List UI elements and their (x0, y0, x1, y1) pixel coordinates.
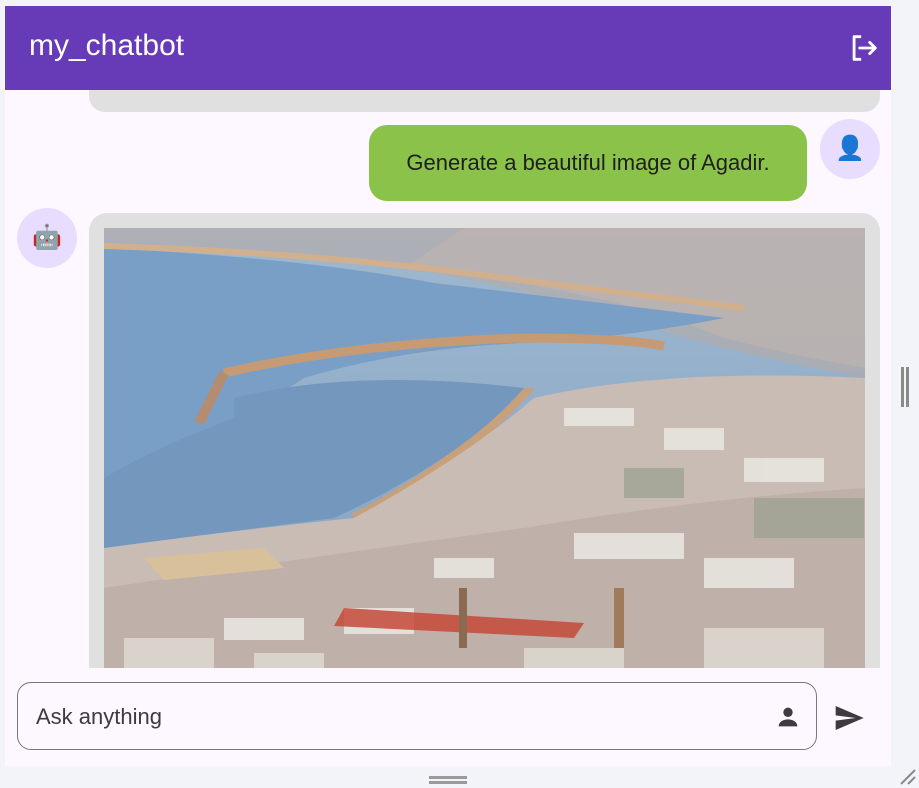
previous-bot-bubble (89, 90, 880, 112)
message-input-box[interactable] (17, 682, 817, 750)
generated-image (104, 228, 865, 668)
resize-grip-icon[interactable] (897, 766, 917, 786)
input-row (5, 668, 891, 766)
user-message-bubble: Generate a beautiful image of Agadir. (369, 125, 807, 201)
send-icon[interactable] (831, 702, 867, 734)
message-list[interactable]: Generate a beautiful image of Agadir. 👤 … (5, 90, 891, 668)
bot-avatar: 🤖 (17, 208, 77, 268)
resize-bar[interactable] (429, 776, 467, 784)
person-icon[interactable] (774, 703, 802, 731)
bot-image-bubble (89, 213, 880, 668)
chat-window: my_chatbot Generate a beautiful image of… (5, 6, 891, 766)
logout-icon[interactable] (847, 31, 881, 65)
app-bar: my_chatbot (5, 6, 891, 90)
app-title: my_chatbot (29, 29, 185, 62)
robot-icon: 🤖 (32, 224, 62, 251)
person-icon: 👤 (835, 135, 865, 162)
scroll-handle[interactable] (901, 367, 909, 407)
message-input[interactable] (34, 695, 758, 739)
user-avatar: 👤 (820, 119, 880, 179)
